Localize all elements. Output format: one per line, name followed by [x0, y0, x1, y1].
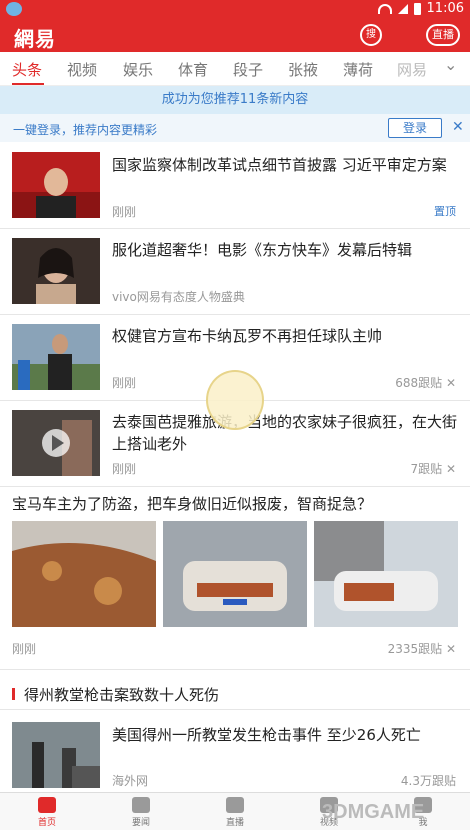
- news-title: 宝马车主为了防盗，把车身做旧近似报废，智商捉急？: [12, 495, 373, 513]
- tab-zhangye[interactable]: 张掖: [288, 59, 318, 80]
- tab-entertainment[interactable]: 娱乐: [123, 59, 153, 80]
- watermark: 3DMGAME: [322, 801, 425, 823]
- status-bar: 11:06: [0, 0, 470, 18]
- clock: 11:06: [426, 1, 464, 16]
- photo-thumbnail: [314, 521, 458, 627]
- login-prompt-text: 一键登录，推荐内容更精彩: [13, 123, 158, 137]
- home-icon: [38, 797, 56, 813]
- chevron-down-icon[interactable]: ⌄: [444, 55, 457, 74]
- live-button[interactable]: 直播: [426, 24, 460, 46]
- camera-icon: [226, 797, 244, 813]
- section-marker: [12, 688, 15, 700]
- channel-tabs: 头条 视频 娱乐 体育 段子 张掖 薄荷 网易 ⌄: [0, 52, 470, 86]
- comment-count: 688跟贴 ✕: [395, 376, 456, 390]
- news-thumbnail: [12, 238, 100, 304]
- tab-sports[interactable]: 体育: [178, 59, 208, 80]
- news-title: 权健官方宣布卡纳瓦罗不再担任球队主帅: [112, 327, 383, 345]
- news-title: 美国得州一所教堂发生枪击事件 至少26人死亡: [112, 726, 421, 744]
- active-tab-indicator: [12, 83, 44, 85]
- news-source: 刚刚: [112, 376, 137, 390]
- comment-count: 7跟贴 ✕: [410, 462, 456, 476]
- tab-mint[interactable]: 薄荷: [343, 59, 373, 80]
- bulb-icon: [132, 797, 150, 813]
- news-item[interactable]: 服化道超奢华！电影《东方快车》发幕后特辑 vivo网易有态度人物盛典: [0, 229, 470, 315]
- news-source: 刚刚: [112, 205, 137, 219]
- bottom-navigation: 首页 要闻 直播 视频 我 3DMGAME: [0, 792, 470, 830]
- battery-icon: [413, 2, 421, 15]
- wifi-icon: [377, 3, 392, 14]
- news-item[interactable]: 美国得州一所教堂发生枪击事件 至少26人死亡 海外网 4.3万跟贴: [0, 710, 470, 792]
- news-source: vivo网易有态度人物盛典: [112, 290, 245, 304]
- login-prompt-bar: 一键登录，推荐内容更精彩 登录 ✕: [0, 114, 470, 142]
- comment-count: 2335跟贴 ✕: [387, 642, 456, 656]
- login-button[interactable]: 登录: [388, 118, 442, 138]
- news-title: 去泰国芭提雅旅游，当地的农家妹子很疯狂，在大街上搭讪老外: [112, 413, 458, 453]
- topic-section-header[interactable]: 得州教堂枪击案致数十人死伤: [0, 678, 470, 710]
- news-thumbnail: [12, 324, 100, 390]
- photo-thumbnail: [12, 521, 156, 627]
- photo-thumbnail: [163, 521, 307, 627]
- news-source: 刚刚: [12, 642, 37, 656]
- comment-count: 4.3万跟贴: [400, 774, 456, 788]
- nav-headlines[interactable]: 要闻: [94, 793, 188, 830]
- news-thumbnail: [12, 410, 100, 476]
- pinned-badge: 置顶: [434, 205, 456, 218]
- search-button[interactable]: 搜: [360, 24, 382, 46]
- news-item[interactable]: 国家监察体制改革试点细节首披露 习近平审定方案 刚刚 置顶: [0, 142, 470, 229]
- section-title: 得州教堂枪击案致数十人死伤: [24, 686, 220, 704]
- signal-icon: [397, 3, 408, 14]
- news-source: 海外网: [112, 774, 149, 788]
- close-icon[interactable]: ✕: [452, 119, 464, 135]
- app-logo: 網易: [14, 27, 56, 51]
- news-thumbnail: [12, 152, 100, 218]
- tab-netease[interactable]: 网易: [397, 59, 427, 80]
- app-header: 網易 搜 直播: [0, 18, 470, 52]
- app-notification-icon: [6, 2, 22, 16]
- mascot-overlay-icon: [206, 370, 264, 430]
- news-source: 刚刚: [112, 462, 137, 476]
- tab-video[interactable]: 视频: [67, 59, 97, 80]
- refresh-notice: 成功为您推荐11条新内容: [0, 86, 470, 114]
- news-title: 国家监察体制改革试点细节首披露 习近平审定方案: [112, 156, 447, 174]
- nav-home[interactable]: 首页: [0, 793, 94, 830]
- news-thumbnail: [12, 722, 100, 788]
- photo-story[interactable]: 宝马车主为了防盗，把车身做旧近似报废，智商捉急？ 刚刚 2335跟贴 ✕: [0, 487, 470, 670]
- nav-live[interactable]: 直播: [188, 793, 282, 830]
- tab-jokes[interactable]: 段子: [233, 59, 263, 80]
- tab-headline[interactable]: 头条: [12, 59, 42, 80]
- news-title: 服化道超奢华！电影《东方快车》发幕后特辑: [112, 241, 413, 259]
